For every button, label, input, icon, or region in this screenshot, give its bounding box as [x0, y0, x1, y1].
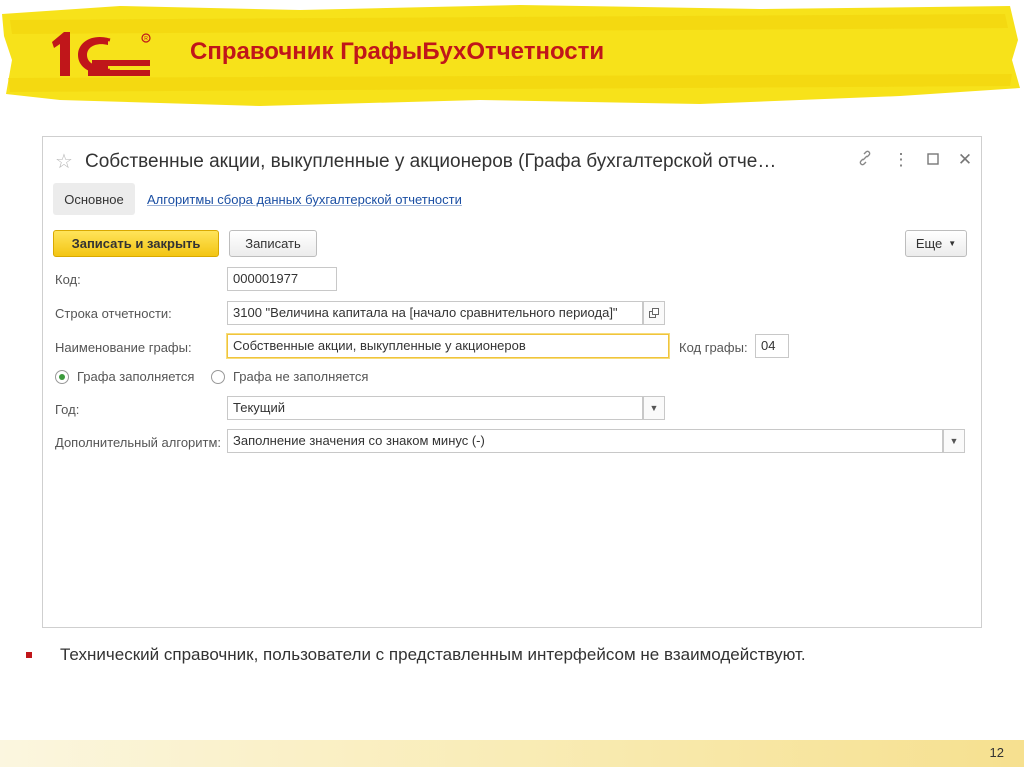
svg-text:R: R	[144, 36, 148, 42]
radio-not-filled-label[interactable]: Графа не заполняется	[233, 369, 368, 384]
radio-filled-label[interactable]: Графа заполняется	[77, 369, 194, 384]
more-button-label: Еще	[915, 236, 943, 251]
open-icon[interactable]	[643, 301, 665, 325]
more-button[interactable]: Еще ▼	[905, 230, 967, 257]
close-icon[interactable]: ✕	[955, 150, 975, 170]
column-name-field[interactable]: Собственные акции, выкупленные у акционе…	[227, 334, 669, 358]
save-and-close-button[interactable]: Записать и закрыть	[53, 230, 219, 257]
radio-selected-dot	[59, 374, 65, 380]
page-number: 12	[989, 745, 1004, 760]
year-dropdown-icon[interactable]: ▼	[643, 396, 665, 420]
bullet-text: Технический справочник, пользователи с п…	[60, 645, 806, 664]
report-row-field[interactable]: 3100 "Величина капитала на [начало сравн…	[227, 301, 643, 325]
algorithm-label: Дополнительный алгоритм:	[55, 435, 222, 450]
maximize-icon[interactable]	[923, 150, 943, 170]
window-title: Собственные акции, выкупленные у акционе…	[85, 151, 777, 172]
save-button[interactable]: Записать	[229, 230, 317, 257]
column-code-label: Код графы:	[679, 340, 748, 355]
code-label: Код:	[55, 272, 81, 287]
year-label: Год:	[55, 402, 80, 417]
form-window: ☆ Собственные акции, выкупленные у акцио…	[42, 136, 982, 628]
column-name-label: Наименование графы:	[55, 340, 192, 355]
chevron-down-icon: ▼	[948, 239, 957, 248]
algorithm-dropdown-icon[interactable]: ▼	[943, 429, 965, 453]
more-icon[interactable]: ⋮	[891, 150, 911, 170]
year-select[interactable]: Текущий	[227, 396, 643, 420]
star-icon[interactable]: ☆	[55, 149, 73, 174]
report-row-label: Строка отчетности:	[55, 306, 172, 321]
code-field[interactable]: 000001977	[227, 267, 337, 291]
slide-title: Справочник ГрафыБухОтчетности	[190, 38, 605, 65]
logo-1c: R	[52, 32, 151, 76]
link-icon[interactable]	[855, 150, 875, 171]
column-code-field[interactable]: 04	[755, 334, 789, 358]
bullet-marker	[26, 652, 32, 658]
radio-not-filled[interactable]	[211, 370, 225, 384]
tab-main[interactable]: Основное	[53, 183, 135, 215]
tab-algorithms-link[interactable]: Алгоритмы сбора данных бухгалтерской отч…	[147, 192, 462, 207]
algorithm-select[interactable]: Заполнение значения со знаком минус (-)	[227, 429, 943, 453]
footer-band	[0, 740, 1024, 767]
radio-filled[interactable]	[55, 370, 69, 384]
